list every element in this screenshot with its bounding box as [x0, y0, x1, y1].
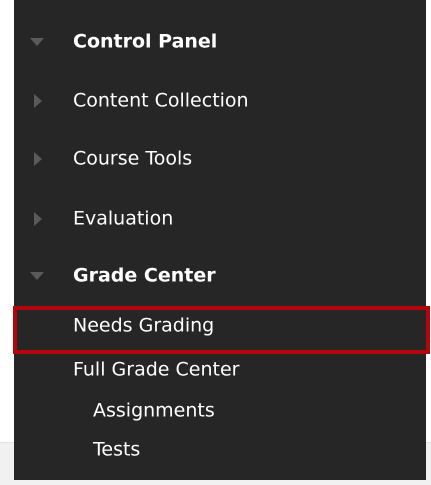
menu-item-label: Content Collection	[73, 89, 249, 112]
caret-right-icon	[34, 94, 42, 108]
menu-item-label: Course Tools	[73, 147, 193, 170]
submenu-item-full-grade-center[interactable]: Full Grade Center	[14, 353, 426, 387]
menu-item-control-panel[interactable]: Control Panel	[14, 13, 426, 71]
page: Control Panel Content Collection Course …	[0, 0, 431, 485]
caret-down-icon	[30, 272, 44, 280]
control-panel-menu: Control Panel Content Collection Course …	[14, 0, 426, 480]
highlight-box	[13, 306, 430, 354]
menu-item-grade-center[interactable]: Grade Center	[14, 247, 426, 305]
submenu-item-tests[interactable]: Tests	[14, 433, 426, 467]
menu-item-course-tools[interactable]: Course Tools	[14, 130, 426, 188]
submenu-item-label: Full Grade Center	[73, 358, 240, 381]
caret-right-icon	[34, 152, 42, 166]
menu-item-evaluation[interactable]: Evaluation	[14, 190, 426, 248]
submenu-item-label: Tests	[93, 438, 141, 461]
menu-item-label: Grade Center	[73, 264, 216, 287]
submenu-item-assignments[interactable]: Assignments	[14, 394, 426, 428]
caret-right-icon	[34, 212, 42, 226]
menu-item-content-collection[interactable]: Content Collection	[14, 72, 426, 130]
menu-item-label: Evaluation	[73, 207, 174, 230]
menu-item-label: Control Panel	[73, 30, 218, 53]
submenu-item-label: Assignments	[93, 399, 215, 422]
caret-down-icon	[30, 38, 44, 46]
